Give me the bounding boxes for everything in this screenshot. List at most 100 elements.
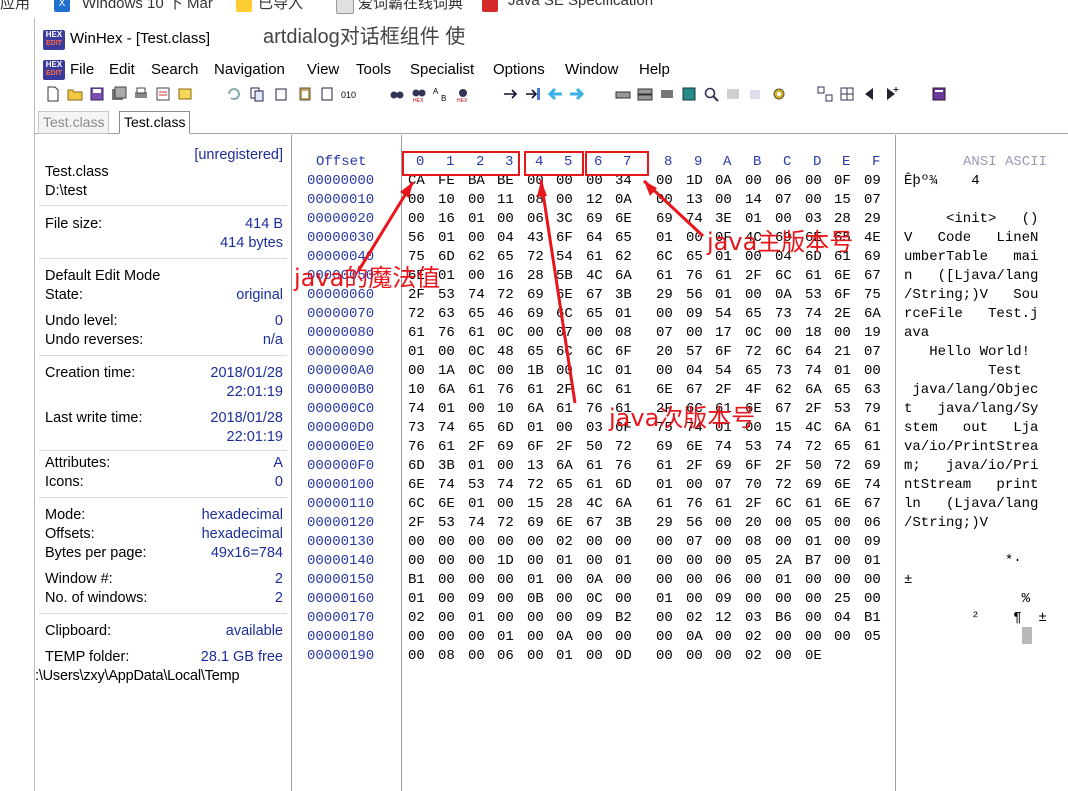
hex-byte[interactable]: 12 [586, 192, 603, 208]
hex-byte[interactable]: 07 [656, 325, 673, 341]
gear-icon[interactable] [771, 86, 787, 102]
hex-byte[interactable]: 00 [586, 629, 603, 645]
paste-zero-icon[interactable] [319, 86, 335, 102]
hex-byte[interactable]: 65 [615, 230, 632, 246]
hex-byte[interactable]: 3B [615, 287, 632, 303]
hex-byte[interactable]: 00 [864, 363, 881, 379]
hex-byte[interactable]: 00 [527, 629, 544, 645]
find-text-icon[interactable] [389, 86, 405, 102]
hex-byte[interactable]: 1D [686, 173, 703, 189]
hex-byte[interactable]: 00 [686, 325, 703, 341]
properties-icon[interactable] [155, 86, 171, 102]
hex-byte[interactable]: 00 [438, 629, 455, 645]
hex-byte[interactable]: 06 [527, 211, 544, 227]
hex-byte[interactable]: 62 [615, 249, 632, 265]
analyze-icon[interactable] [725, 86, 741, 102]
hex-byte[interactable]: 15 [527, 496, 544, 512]
hex-byte[interactable]: 72 [745, 344, 762, 360]
hex-byte[interactable]: 72 [805, 439, 822, 455]
hex-byte[interactable]: 06 [775, 173, 792, 189]
open-ram-icon[interactable] [659, 86, 675, 102]
hex-byte[interactable]: 00 [468, 572, 485, 588]
hex-byte[interactable]: 01 [438, 268, 455, 284]
hex-byte[interactable]: 72 [775, 477, 792, 493]
hex-byte[interactable]: 00 [686, 553, 703, 569]
hex-byte[interactable]: 65 [686, 249, 703, 265]
hex-byte[interactable]: 67 [864, 496, 881, 512]
row-ascii[interactable]: ² ¶ ± [904, 610, 1047, 626]
hex-byte[interactable]: BA [468, 173, 485, 189]
hex-byte[interactable]: 00 [864, 572, 881, 588]
hex-byte[interactable]: 0B [527, 591, 544, 607]
hex-byte[interactable]: 46 [497, 306, 514, 322]
hex-byte[interactable]: 00 [497, 591, 514, 607]
hex-byte[interactable]: 1C [586, 363, 603, 379]
hex-byte[interactable]: 00 [497, 610, 514, 626]
menu-specialist[interactable]: Specialist [410, 61, 474, 78]
print-icon[interactable] [133, 86, 149, 102]
hex-byte[interactable]: 61 [556, 401, 573, 417]
hex-byte[interactable]: 01 [527, 420, 544, 436]
hex-byte[interactable]: 69 [864, 458, 881, 474]
hex-byte[interactable]: 00 [775, 648, 792, 664]
hex-byte[interactable]: 74 [686, 211, 703, 227]
hex-byte[interactable]: 54 [715, 363, 732, 379]
hex-byte[interactable]: 00 [408, 629, 425, 645]
hex-byte[interactable]: 01 [408, 344, 425, 360]
hex-byte[interactable]: 2F [556, 382, 573, 398]
hex-byte[interactable]: 13 [527, 458, 544, 474]
hex-byte[interactable]: 6A [864, 306, 881, 322]
hex-byte[interactable]: 00 [805, 629, 822, 645]
hex-byte[interactable]: 00 [497, 363, 514, 379]
row-ascii[interactable]: stem out Lja [904, 420, 1038, 436]
hex-byte[interactable]: 00 [408, 553, 425, 569]
hex-byte[interactable]: 00 [715, 553, 732, 569]
tab-test-class-1[interactable]: Test.class [38, 111, 110, 134]
hex-byte[interactable]: 00 [686, 648, 703, 664]
hex-byte[interactable]: 73 [775, 363, 792, 379]
hex-byte[interactable]: 01 [527, 572, 544, 588]
hex-byte[interactable]: 00 [497, 458, 514, 474]
hex-byte[interactable]: 01 [715, 287, 732, 303]
hex-byte[interactable]: 74 [468, 515, 485, 531]
hex-byte[interactable]: 76 [686, 268, 703, 284]
hex-byte[interactable]: 00 [775, 591, 792, 607]
next-add-icon[interactable] [883, 86, 899, 102]
hex-byte[interactable]: 01 [615, 363, 632, 379]
hex-byte[interactable]: 3B [615, 515, 632, 531]
hex-byte[interactable]: 61 [805, 268, 822, 284]
row-ascii[interactable]: <init> () [904, 211, 1038, 227]
hex-byte[interactable]: 2E [834, 306, 851, 322]
hex-byte[interactable]: 17 [715, 325, 732, 341]
row-ascii[interactable]: V Code LineN [904, 230, 1038, 246]
help-book-icon[interactable] [931, 86, 947, 102]
hex-byte[interactable]: 53 [834, 401, 851, 417]
hex-byte[interactable]: 00 [745, 287, 762, 303]
hex-byte[interactable]: 69 [805, 477, 822, 493]
hex-byte[interactable]: B1 [408, 572, 425, 588]
hex-byte[interactable]: 02 [745, 648, 762, 664]
hex-byte[interactable]: 00 [586, 534, 603, 550]
hex-byte[interactable]: 50 [586, 439, 603, 455]
hex-byte[interactable]: 00 [468, 648, 485, 664]
hex-byte[interactable]: 00 [686, 230, 703, 246]
hex-byte[interactable]: 00 [438, 591, 455, 607]
hex-byte[interactable]: 0D [615, 648, 632, 664]
hex-byte[interactable]: 6A [556, 458, 573, 474]
hex-byte[interactable]: 0A [775, 287, 792, 303]
hex-byte[interactable]: 01 [656, 591, 673, 607]
hex-byte[interactable]: 76 [497, 382, 514, 398]
hex-byte[interactable]: 4F [745, 382, 762, 398]
hex-byte[interactable]: 74 [497, 477, 514, 493]
hex-byte[interactable]: 03 [586, 420, 603, 436]
hex-byte[interactable]: 29 [864, 211, 881, 227]
hex-byte[interactable]: 00 [715, 192, 732, 208]
undo-icon[interactable] [225, 86, 241, 102]
hex-byte[interactable]: 69 [527, 287, 544, 303]
hex-byte[interactable]: 50 [805, 458, 822, 474]
hex-byte[interactable]: 00 [805, 610, 822, 626]
menu-edit[interactable]: Edit [109, 61, 135, 78]
hex-byte[interactable]: 00 [805, 192, 822, 208]
hex-byte[interactable]: 79 [864, 401, 881, 417]
hex-byte[interactable]: 01 [468, 458, 485, 474]
